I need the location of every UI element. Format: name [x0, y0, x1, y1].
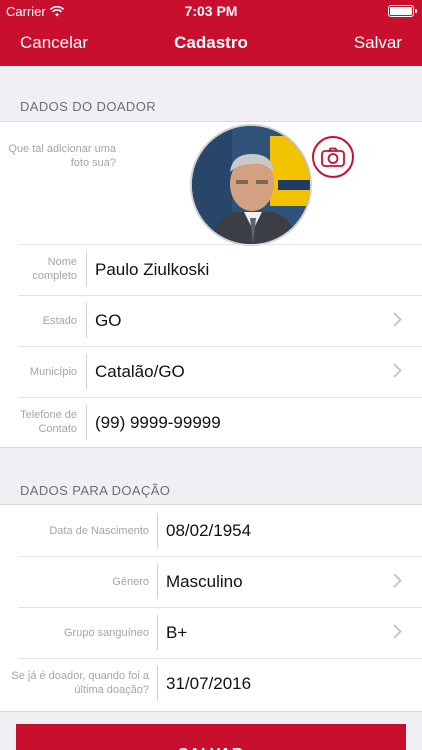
gender-label: Gênero [112, 576, 149, 588]
phone-label: Telefone de Contato [20, 409, 77, 435]
row-separator [18, 346, 422, 347]
last-donation-row[interactable]: Se já é doador, quando foi a última doaç… [0, 658, 422, 709]
state-field[interactable]: GO [95, 311, 121, 331]
gender-field[interactable]: Masculino [166, 572, 243, 592]
city-field[interactable]: Catalão/GO [95, 362, 185, 382]
donation-form-card: Data de Nascimento 08/02/1954 Gênero Mas… [0, 504, 422, 712]
field-divider [86, 405, 87, 440]
full-name-row[interactable]: Nome completo Paulo Ziulkoski [0, 244, 422, 295]
row-separator [18, 244, 422, 245]
save-button[interactable]: SALVAR [16, 724, 406, 750]
state-row[interactable]: Estado GO [0, 295, 422, 346]
chevron-right-icon [393, 573, 402, 588]
battery-icon [388, 5, 417, 17]
save-nav-button[interactable]: Salvar [354, 33, 402, 53]
field-divider [157, 564, 158, 599]
gender-row[interactable]: Gênero Masculino [0, 556, 422, 607]
photo-prompt-label: Que tal adicionar uma foto sua? [8, 143, 116, 169]
chevron-right-icon [393, 312, 402, 327]
state-label: Estado [42, 315, 77, 327]
phone-row[interactable]: Telefone de Contato (99) 9999-99999 [0, 397, 422, 448]
birth-date-field[interactable]: 08/02/1954 [166, 521, 251, 541]
city-label: Município [29, 366, 77, 378]
row-separator [18, 556, 422, 557]
chevron-right-icon [393, 363, 402, 378]
field-divider [157, 513, 158, 548]
status-time: 7:03 PM [184, 3, 238, 19]
phone-field[interactable]: (99) 9999-99999 [95, 413, 221, 433]
navigation-bar: Cancelar Cadastro Salvar [0, 22, 422, 66]
field-divider [86, 303, 87, 338]
row-separator [18, 295, 422, 296]
add-photo-button[interactable] [312, 136, 354, 178]
donor-section-header: DADOS DO DOADOR [20, 99, 157, 114]
avatar-photo [192, 126, 310, 244]
row-separator [18, 658, 422, 659]
photo-row: Que tal adicionar uma foto sua? [0, 122, 422, 246]
field-divider [157, 615, 158, 650]
row-separator [18, 607, 422, 608]
last-donation-label: Se já é doador, quando foi a última doaç… [11, 670, 149, 696]
donation-section-header: DADOS PARA DOAÇÃO [20, 483, 171, 498]
status-bar: Carrier 7:03 PM [0, 0, 422, 22]
field-divider [86, 354, 87, 389]
avatar[interactable] [190, 124, 312, 246]
blood-type-row[interactable]: Grupo sanguíneo B+ [0, 607, 422, 658]
camera-icon [321, 147, 345, 167]
full-name-field[interactable]: Paulo Ziulkoski [95, 260, 209, 280]
field-divider [86, 252, 87, 287]
blood-type-field[interactable]: B+ [166, 623, 187, 643]
birth-date-label: Data de Nascimento [49, 525, 149, 537]
last-donation-field[interactable]: 31/07/2016 [166, 674, 251, 694]
field-divider [157, 666, 158, 701]
donor-form-card: Que tal adicionar uma foto sua? Nome com… [0, 121, 422, 448]
chevron-right-icon [393, 624, 402, 639]
full-name-label: Nome completo [32, 256, 77, 282]
city-row[interactable]: Município Catalão/GO [0, 346, 422, 397]
blood-type-label: Grupo sanguíneo [63, 627, 149, 639]
birth-date-row[interactable]: Data de Nascimento 08/02/1954 [0, 505, 422, 556]
row-separator [18, 397, 422, 398]
